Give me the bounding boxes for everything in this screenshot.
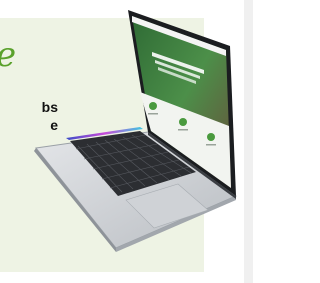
feature-icon-1 bbox=[149, 102, 157, 110]
feature-icon-2 bbox=[179, 118, 187, 126]
feature-icon-3 bbox=[207, 133, 215, 141]
laptop-mockup bbox=[34, 10, 238, 252]
